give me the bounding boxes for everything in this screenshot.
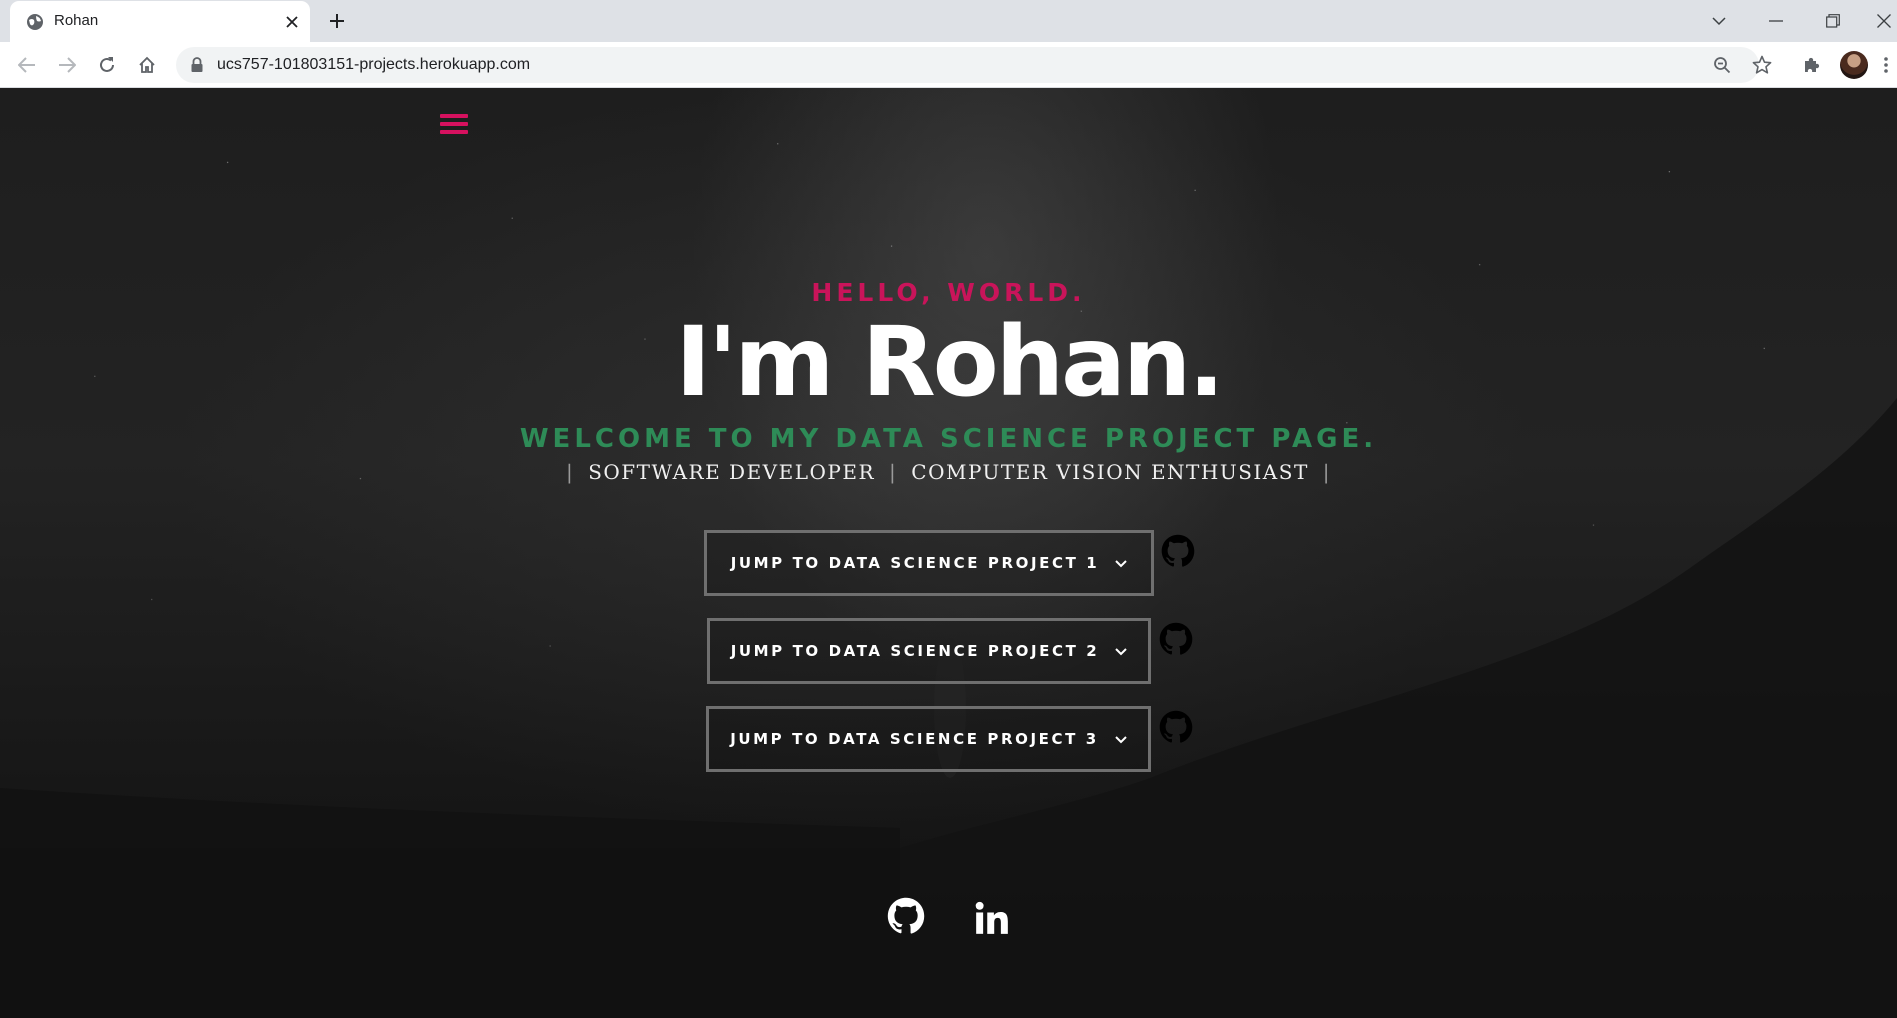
headline: I'm Rohan. xyxy=(675,306,1224,418)
hamburger-menu-icon[interactable] xyxy=(440,114,470,140)
browser-toolbar: ucs757-101803151-projects.herokuapp.com xyxy=(0,42,1897,88)
address-bar[interactable]: ucs757-101803151-projects.herokuapp.com xyxy=(176,47,1759,83)
url-text: ucs757-101803151-projects.herokuapp.com xyxy=(217,56,531,73)
back-icon[interactable] xyxy=(13,51,41,79)
menu-kebab-icon[interactable] xyxy=(1880,54,1892,76)
page-viewport: HELLO, WORLD. I'm Rohan. WELCOME TO MY D… xyxy=(0,88,1897,1018)
greeting-text: HELLO, WORLD. xyxy=(811,278,1086,307)
project-1-label: JUMP TO DATA SCIENCE PROJECT 1 xyxy=(730,554,1100,572)
close-tab-icon[interactable] xyxy=(282,12,302,32)
zoom-icon[interactable] xyxy=(1711,54,1733,76)
welcome-text: WELCOME TO MY DATA SCIENCE PROJECT PAGE. xyxy=(519,424,1378,454)
close-window-icon[interactable] xyxy=(1871,8,1897,34)
profile-avatar[interactable] xyxy=(1840,51,1868,79)
forward-icon[interactable] xyxy=(53,51,81,79)
home-icon[interactable] xyxy=(133,51,161,79)
project-2-button[interactable]: JUMP TO DATA SCIENCE PROJECT 2 xyxy=(707,618,1151,684)
role-computer-vision: COMPUTER VISION ENTHUSIAST xyxy=(911,460,1309,484)
minimize-icon[interactable] xyxy=(1763,8,1789,34)
project-3-button[interactable]: JUMP TO DATA SCIENCE PROJECT 3 xyxy=(706,706,1151,772)
chevron-down-icon xyxy=(1115,735,1127,743)
restore-icon[interactable] xyxy=(1820,8,1846,34)
extensions-icon[interactable] xyxy=(1801,54,1823,76)
project-3-label: JUMP TO DATA SCIENCE PROJECT 3 xyxy=(730,730,1099,748)
project-2-label: JUMP TO DATA SCIENCE PROJECT 2 xyxy=(730,642,1100,660)
bookmark-star-icon[interactable] xyxy=(1751,54,1773,76)
lock-icon xyxy=(191,57,203,72)
project-1-github-icon[interactable] xyxy=(1161,534,1195,568)
github-icon[interactable] xyxy=(887,897,925,935)
reload-icon[interactable] xyxy=(93,51,121,79)
new-tab-icon[interactable] xyxy=(325,9,349,33)
chevron-down-icon xyxy=(1115,647,1128,655)
chevron-down-icon xyxy=(1115,559,1128,567)
project-2-github-icon[interactable] xyxy=(1159,622,1193,656)
linkedin-icon[interactable] xyxy=(973,899,1011,937)
roles-line: | SOFTWARE DEVELOPER | COMPUTER VISION ENTH… xyxy=(565,460,1332,484)
tab-search-icon[interactable] xyxy=(1706,8,1732,34)
tab-title: Rohan xyxy=(54,12,99,29)
browser-tab-bar: Rohan xyxy=(0,0,1897,42)
role-software-developer: SOFTWARE DEVELOPER xyxy=(588,460,876,484)
project-1-button[interactable]: JUMP TO DATA SCIENCE PROJECT 1 xyxy=(704,530,1154,596)
globe-icon xyxy=(27,14,43,30)
project-3-github-icon[interactable] xyxy=(1159,710,1193,744)
browser-tab[interactable]: Rohan xyxy=(10,1,310,42)
